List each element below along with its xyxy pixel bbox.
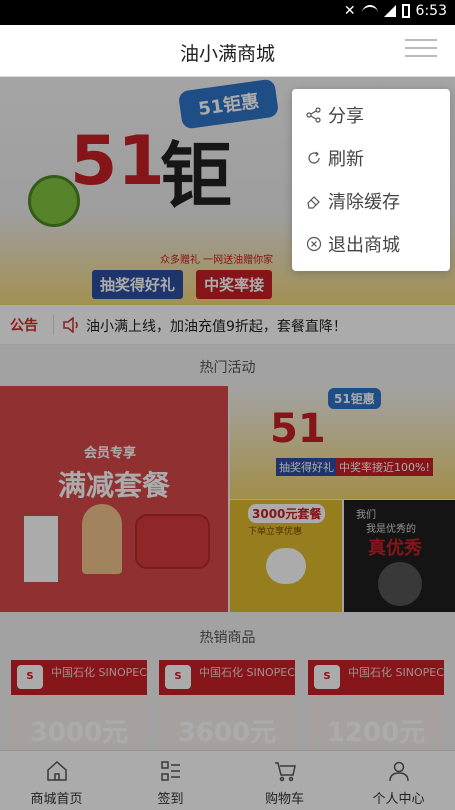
wifi-icon (361, 5, 378, 17)
hamburger-menu-icon[interactable] (405, 39, 437, 61)
app-header: 油小满商城 (0, 25, 455, 77)
menu-item-exit[interactable]: 退出商城 (292, 222, 450, 266)
page-title: 油小满商城 (179, 43, 275, 65)
popup-menu: 分享 刷新 清除缓存 退出商城 (292, 89, 450, 271)
menu-item-share[interactable]: 分享 (292, 93, 450, 137)
signal-icon (383, 5, 396, 17)
eraser-icon (307, 196, 320, 209)
battery-icon (401, 4, 410, 18)
menu-item-label: 退出商城 (328, 235, 400, 256)
menu-item-label: 清除缓存 (328, 192, 400, 213)
menu-item-clear-cache[interactable]: 清除缓存 (292, 179, 450, 223)
share-icon (306, 107, 321, 123)
menu-item-label: 分享 (328, 106, 364, 127)
mute-icon: ✕ (343, 3, 356, 19)
menu-item-label: 刷新 (328, 149, 364, 170)
status-icons: ✕ 6:53 (344, 3, 447, 19)
refresh-icon (308, 151, 320, 164)
status-time: 6:53 (415, 3, 447, 19)
status-bar: ✕ 6:53 (0, 0, 455, 25)
menu-item-refresh[interactable]: 刷新 (292, 136, 450, 180)
close-circle-icon (306, 236, 322, 252)
